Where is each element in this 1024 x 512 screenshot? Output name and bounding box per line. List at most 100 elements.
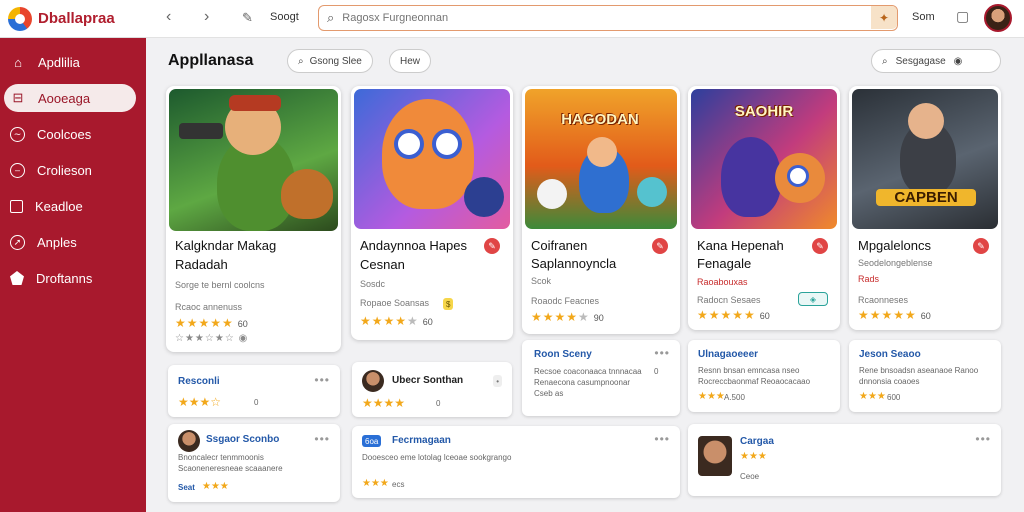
list-card-description: Dooesceo eme lotolag lceoae sookgrango	[362, 453, 512, 462]
badge-icon[interactable]: ✎	[973, 238, 989, 254]
rating-label: A.500	[724, 393, 745, 402]
game-title: Mpgaleloncs	[858, 238, 931, 253]
bookmark-icon[interactable]: ▢	[956, 8, 969, 25]
category-tag: 6oa	[362, 435, 382, 447]
sidebar-item-active[interactable]: ⊟ Aooeaga	[4, 84, 136, 112]
topbar-label: Soogt	[270, 11, 299, 23]
game-subtitle: Cesnan	[360, 257, 405, 272]
search-input[interactable]	[342, 12, 897, 24]
game-card[interactable]: SAOHIR Kana Hepenah Fenagale ✎ Raoabouxa…	[688, 86, 840, 330]
rating-stars: ★★★★★ 60	[697, 308, 770, 322]
game-title: Kalgkndar Makag	[175, 238, 277, 253]
list-card[interactable]: Ubecr Sonthan • ★★★★ 0	[352, 362, 512, 417]
rating-label: Ceoe	[740, 472, 760, 481]
badge-icon[interactable]: ✎	[812, 238, 828, 254]
list-card[interactable]: Cargaa ★★★ Ceoe •••	[688, 424, 1001, 496]
more-icon[interactable]: •••	[314, 432, 330, 446]
new-button[interactable]: Hew	[389, 49, 432, 73]
game-title: Andaynnoa Hapes	[360, 238, 467, 253]
forward-button[interactable]: ›	[204, 8, 209, 26]
game-meta-red: Rads	[858, 274, 880, 284]
rating-stars: ★★★☆	[178, 395, 222, 409]
game-meta: Seodelongeblense	[858, 258, 933, 268]
puzzle-icon[interactable]: ✎	[242, 10, 253, 26]
install-toggle[interactable]: ◈	[798, 292, 828, 306]
game-card[interactable]: Andaynnoa Hapes Cesnan ✎ Sosdc Ropaoe So…	[351, 86, 513, 340]
list-card-description: Bnoncalecr tenmmoonis Scaoneneresneae sc…	[178, 453, 283, 473]
rating-label: ecs	[392, 480, 405, 489]
list-card[interactable]: Ssgaor Sconbo ••• Bnoncalecr tenmmoonis …	[168, 424, 340, 502]
back-button[interactable]: ‹	[166, 8, 171, 26]
list-card-title: Ssgaor Sconbo	[206, 434, 280, 445]
game-art	[169, 89, 338, 231]
rating-value: 60	[759, 311, 770, 321]
sidebar-item-box[interactable]: Keadloe	[4, 192, 136, 220]
sidebar-item-label: Droftanns	[36, 270, 93, 286]
search-bar[interactable]: ⌕ ✦	[318, 5, 898, 31]
rating-value: 0	[254, 398, 259, 407]
list-card[interactable]: Ulnagaoeeer Resnn bnsan emncasa nseo Roc…	[688, 340, 840, 412]
game-card[interactable]: Kalgkndar Makag Radadah Sorge te bernl c…	[166, 86, 341, 352]
list-card[interactable]: 6oa Fecrmagaan ••• Dooesceo eme lotolag …	[352, 426, 680, 498]
game-art: CAPBEN	[852, 89, 998, 229]
rating-stars: ★★★	[740, 451, 767, 462]
sidebar-item-compass[interactable]: ➚ Anples	[4, 228, 136, 256]
game-title: Kana Hepenah	[697, 238, 784, 253]
list-card[interactable]: Resconli ••• ★★★☆ 0	[168, 365, 340, 417]
rating-stars: ★★★★★ 60	[175, 316, 248, 330]
app-name: Dballapraa	[38, 10, 115, 27]
game-art: HAGODAN	[525, 89, 677, 229]
sidebar-item-label: Aooeaga	[38, 90, 91, 106]
sort-label: Sesgagase	[895, 55, 946, 67]
list-card-title: Roon Sceny	[534, 349, 592, 360]
rating-stars: ★★★	[202, 481, 229, 492]
brand-logo-icon	[8, 6, 32, 31]
game-meta: Raoabouxas	[697, 277, 748, 287]
game-banner: CAPBEN	[876, 189, 976, 206]
sidebar-item-label: Crolieson	[37, 162, 92, 178]
sidebar-item-home[interactable]: ⌂ Apdlilia	[4, 48, 136, 76]
more-icon[interactable]: •••	[654, 432, 670, 446]
more-icon[interactable]: •••	[314, 373, 330, 387]
sidebar-item-label: Anples	[37, 234, 77, 250]
box-icon	[10, 199, 23, 213]
rating-stars: ★★★	[859, 391, 886, 402]
list-card[interactable]: Roon Sceny ••• Recsoe coaconaaca tnnnaca…	[522, 340, 680, 416]
game-meta: Sorge te bernl coolcns	[175, 280, 265, 290]
sort-dropdown[interactable]: ⌕ Sesgagase ◉	[871, 49, 1001, 73]
list-card-title: Resconli	[178, 376, 220, 387]
gamepad-icon: ∼	[10, 126, 25, 142]
compass-icon: ➚	[10, 234, 25, 250]
topbar-right-label[interactable]: Som	[912, 11, 935, 23]
game-card[interactable]: HAGODAN Coifranen Saplannoyncla ✎ Scok R…	[522, 86, 680, 334]
game-meta-2: Ropaoe Soansas	[360, 298, 430, 308]
game-card[interactable]: CAPBEN Mpgaleloncs ✎ Seodelongeblense Ra…	[849, 86, 1001, 330]
avatar	[178, 430, 200, 452]
avatar[interactable]	[984, 4, 1012, 32]
list-card-description: Rene bnsoadsn aseanaoe Ranoo dnnonsia co…	[859, 366, 979, 386]
sidebar-item-pentagon[interactable]: Droftanns	[4, 264, 136, 292]
sidebar-item-circle[interactable]: – Crolieson	[4, 156, 136, 184]
more-icon[interactable]: •••	[654, 346, 670, 360]
more-icon[interactable]: •••	[975, 432, 991, 446]
game-meta-2: Rcaonneses	[858, 295, 909, 305]
search-submit-button[interactable]: ✦	[871, 6, 897, 29]
brand[interactable]: Dballapraa	[0, 0, 146, 38]
game-art: SAOHIR	[691, 89, 837, 229]
page-title: Appllanasa	[168, 52, 254, 69]
badge-icon[interactable]: ✎	[652, 238, 668, 254]
filter-button[interactable]: ⌕ Gsong Slee	[287, 49, 373, 73]
sidebar-item-label: Keadloe	[35, 198, 83, 214]
list-card-title: Ubecr Sonthan	[392, 375, 464, 386]
rating-stars: ★★★	[362, 478, 389, 489]
badge-icon[interactable]: ✎	[484, 238, 500, 254]
sidebar: Dballapraa ⌂ Apdlilia ⊟ Aooeaga ∼ Coolco…	[0, 0, 146, 512]
label-tag: •	[493, 375, 502, 387]
list-card[interactable]: Jeson Seaoo Rene bnsoadsn aseanaoe Ranoo…	[849, 340, 1001, 412]
rating-stars: ★★★★★ 60	[360, 314, 433, 328]
sidebar-item-games[interactable]: ∼ Coolcoes	[4, 120, 136, 148]
rating-stars: ★★★	[698, 391, 725, 402]
game-subtitle: Saplannoyncla	[531, 256, 617, 271]
rating-value: 0	[436, 399, 441, 408]
rating-label: 600	[887, 393, 901, 402]
